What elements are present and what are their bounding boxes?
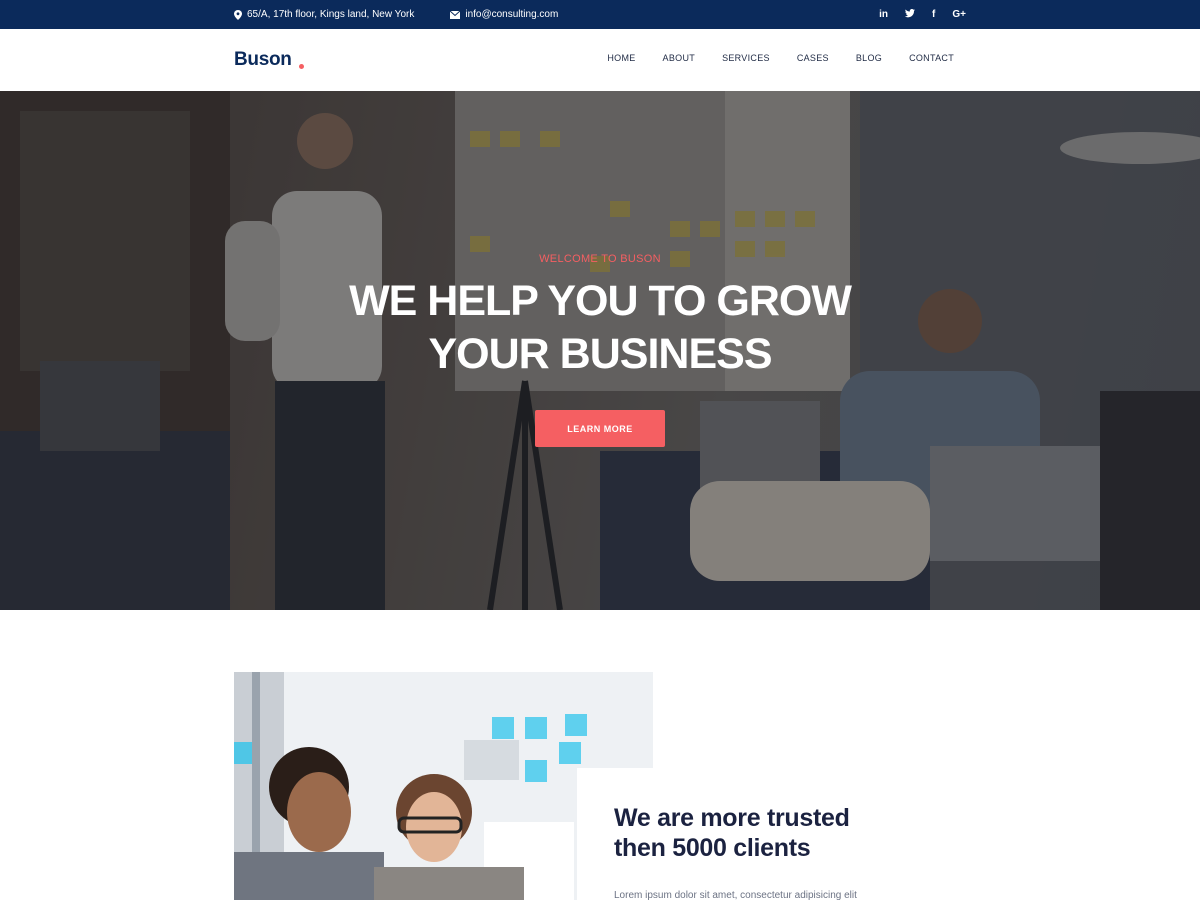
google-plus-icon[interactable]: G+ [952,9,966,20]
nav-about[interactable]: ABOUT [663,53,696,63]
about-heading: We are more trusted then 5000 clients [614,803,850,863]
hero-title: WE HELP YOU TO GROW YOUR BUSINESS [0,275,1200,381]
logo-dot [299,64,304,69]
hero-section: WELCOME TO BUSON WE HELP YOU TO GROW YOU… [0,91,1200,610]
top-info-bar: 65/A, 17th floor, Kings land, New York i… [0,0,1200,29]
address-text: 65/A, 17th floor, Kings land, New York [247,9,415,20]
nav-contact[interactable]: CONTACT [909,53,954,63]
main-nav: HOME ABOUT SERVICES CASES BLOG CONTACT [607,53,954,63]
nav-blog[interactable]: BLOG [856,53,882,63]
contact-info: 65/A, 17th floor, Kings land, New York i… [234,9,558,20]
about-paragraph: Lorem ipsum dolor sit amet, consectetur … [614,890,857,901]
social-links: in f G+ [879,8,966,21]
site-header: Buson HOME ABOUT SERVICES CASES BLOG CON… [0,29,1200,91]
linkedin-icon[interactable]: in [879,9,888,20]
about-heading-line-1: We are more trusted [614,804,850,832]
envelope-icon [450,10,461,19]
map-pin-icon [234,9,242,20]
learn-more-button[interactable]: LEARN MORE [535,410,665,447]
brand-logo[interactable]: Buson [234,49,292,71]
hero-title-line-1: WE HELP YOU TO GROW [349,277,852,325]
hero-title-line-2: YOUR BUSINESS [428,330,772,378]
facebook-icon[interactable]: f [932,9,935,20]
email-link[interactable]: info@consulting.com [465,9,558,20]
email-item[interactable]: info@consulting.com [450,9,558,20]
nav-services[interactable]: SERVICES [722,53,770,63]
nav-cases[interactable]: CASES [797,53,829,63]
hero-kicker: WELCOME TO BUSON [539,253,661,265]
twitter-icon[interactable] [904,8,916,21]
about-heading-line-2: then 5000 clients [614,834,811,862]
nav-home[interactable]: HOME [607,53,635,63]
address-item: 65/A, 17th floor, Kings land, New York [234,9,414,20]
